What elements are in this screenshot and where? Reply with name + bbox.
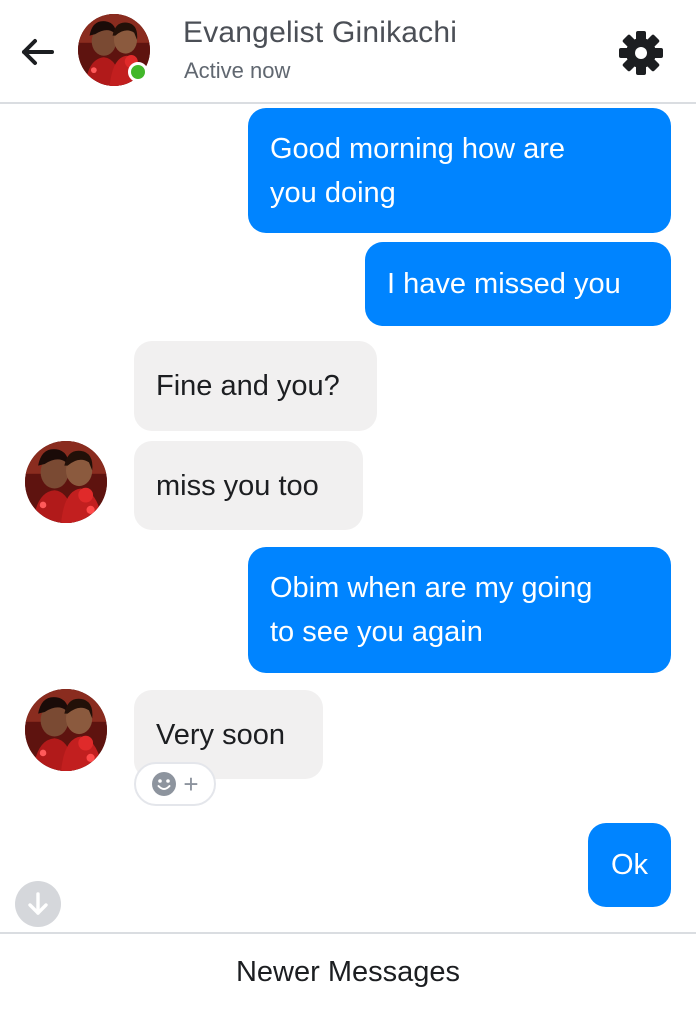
smiley-icon — [152, 772, 177, 796]
contact-status: Active now — [184, 58, 291, 83]
back-button[interactable] — [18, 32, 58, 72]
plus-icon: + — [183, 769, 199, 799]
online-status-indicator — [128, 62, 148, 82]
message-text: Very soon — [156, 718, 285, 751]
incoming-message[interactable]: Fine and you? — [134, 341, 377, 431]
gear-icon — [619, 31, 663, 75]
sender-avatar[interactable] — [25, 441, 107, 523]
newer-messages-link[interactable]: Newer Messages — [236, 956, 460, 989]
message-text: I have missed you — [387, 268, 621, 300]
outgoing-message[interactable]: I have missed you — [365, 242, 671, 326]
arrow-down-icon — [28, 892, 48, 915]
outgoing-message[interactable]: Obim when are my going to see you again — [248, 547, 671, 673]
outgoing-message[interactable]: Good morning how are you doing — [248, 108, 671, 233]
message-text: Fine and you? — [156, 370, 340, 402]
sender-avatar[interactable] — [25, 689, 107, 771]
arrow-left-icon — [22, 39, 54, 65]
message-text: Ok — [610, 849, 649, 881]
scroll-down-button[interactable] — [15, 881, 61, 927]
conversation-header: Evangelist Ginikachi Active now — [0, 0, 696, 104]
incoming-message[interactable]: miss you too — [134, 441, 363, 530]
contact-name[interactable]: Evangelist Ginikachi — [183, 16, 457, 50]
add-reaction-button[interactable]: + — [134, 762, 216, 806]
message-text: Obim when are my going to see you again — [270, 572, 593, 648]
footer-bar: Newer Messages — [0, 932, 696, 1010]
outgoing-message[interactable]: Ok — [588, 823, 671, 907]
message-text: Good morning how are you doing — [270, 132, 565, 209]
settings-button[interactable] — [616, 28, 666, 78]
message-text: miss you too — [156, 469, 319, 502]
